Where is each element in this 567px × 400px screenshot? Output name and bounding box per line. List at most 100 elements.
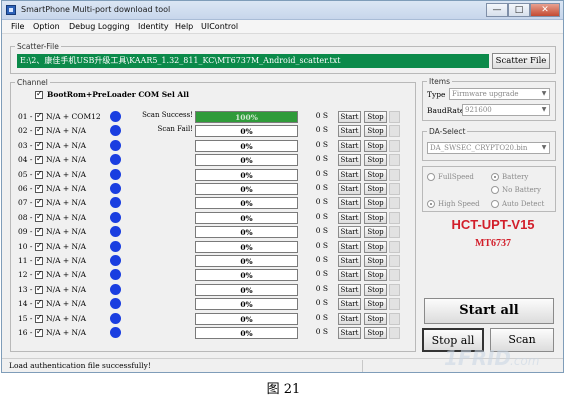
channel-row: 10 - N/A + N/A 0% 0 S StartStop xyxy=(18,240,400,255)
port-status-dot-icon xyxy=(110,111,121,122)
menu-help[interactable]: Help xyxy=(175,22,193,31)
channel-row: 02 - N/A + N/A Scan Fail! 0% 0 S StartStop xyxy=(18,125,400,139)
channel-progress-text: 0% xyxy=(240,285,253,295)
channel-stop-button[interactable]: Stop xyxy=(364,298,387,311)
channel-stop-button[interactable]: Stop xyxy=(364,154,387,167)
channel-start-button[interactable]: Start xyxy=(338,168,361,181)
channel-port: N/A + N/A xyxy=(46,313,87,323)
menu-identity[interactable]: Identity xyxy=(138,22,169,31)
channel-stop-button[interactable]: Stop xyxy=(364,183,387,195)
channel-checkbox[interactable] xyxy=(35,269,43,280)
channel-start-button[interactable]: Start xyxy=(338,255,361,267)
channel-progress-text: 0% xyxy=(240,242,253,252)
channel-checkbox[interactable] xyxy=(35,241,43,251)
channel-checkbox[interactable] xyxy=(35,226,43,237)
fullspeed-label: FullSpeed xyxy=(438,173,474,181)
da-select-dropdown[interactable]: DA_SWSEC_CRYPTO20.bin ▼ xyxy=(427,142,550,154)
select-all-checkbox[interactable] xyxy=(35,89,43,99)
highspeed-radio[interactable] xyxy=(427,200,435,208)
channel-checkbox[interactable] xyxy=(35,140,43,150)
scatter-file-button[interactable]: Scatter File xyxy=(492,53,550,69)
channel-info-cell xyxy=(389,168,400,181)
channel-start-button[interactable]: Start xyxy=(338,298,361,311)
channel-start-button[interactable]: Start xyxy=(338,269,361,282)
channel-start-button[interactable]: Start xyxy=(338,226,361,239)
channel-index: 07 - xyxy=(18,198,33,208)
channel-checkbox[interactable] xyxy=(35,154,43,165)
channel-port: N/A + N/A xyxy=(46,227,87,237)
channel-checkbox[interactable] xyxy=(35,183,43,193)
channel-info-cell xyxy=(389,327,400,339)
scan-button[interactable]: Scan xyxy=(490,328,554,352)
channel-start-button[interactable]: Start xyxy=(338,139,361,152)
channel-checkbox[interactable] xyxy=(35,111,43,121)
channel-checkbox[interactable] xyxy=(35,284,43,294)
menu-file[interactable]: File xyxy=(11,22,24,31)
battery-radio[interactable] xyxy=(491,173,499,181)
channel-status: Scan Success! xyxy=(142,111,193,119)
channel-start-button[interactable]: Start xyxy=(338,211,361,224)
close-button[interactable]: ✕ xyxy=(530,3,560,17)
menu-bar: File Option Debug Logging Identity Help … xyxy=(2,20,563,34)
channel-start-button[interactable]: Start xyxy=(338,183,361,195)
app-window: SmartPhone Multi-port download tool — □ … xyxy=(1,0,564,373)
channel-checkbox[interactable] xyxy=(35,255,43,265)
channel-checkbox[interactable] xyxy=(35,212,43,222)
type-select[interactable]: Firmware upgrade ▼ xyxy=(449,88,550,100)
channel-progress-bar: 0% xyxy=(195,154,298,167)
channel-port: N/A + N/A xyxy=(46,284,87,294)
channel-stop-button[interactable]: Stop xyxy=(364,255,387,267)
no-battery-radio[interactable] xyxy=(491,186,499,194)
baudrate-label: BaudRate xyxy=(427,106,465,115)
port-status-dot-icon xyxy=(110,298,121,310)
channel-start-button[interactable]: Start xyxy=(338,312,361,325)
channel-progress-text: 0% xyxy=(240,271,253,281)
channel-checkbox[interactable] xyxy=(35,125,43,136)
channel-checkbox[interactable] xyxy=(35,298,43,309)
channel-start-button[interactable]: Start xyxy=(338,240,361,253)
channel-stop-button[interactable]: Stop xyxy=(364,197,387,210)
menu-debug-logging[interactable]: Debug Logging xyxy=(69,22,130,31)
channel-stop-button[interactable]: Stop xyxy=(364,240,387,253)
channel-checkbox[interactable] xyxy=(35,169,43,179)
channel-stop-button[interactable]: Stop xyxy=(364,111,387,123)
channel-stop-button[interactable]: Stop xyxy=(364,327,387,339)
channel-info-cell xyxy=(389,111,400,123)
fullspeed-radio[interactable] xyxy=(427,173,435,181)
channel-stop-button[interactable]: Stop xyxy=(364,139,387,152)
channel-start-button[interactable]: Start xyxy=(338,154,361,167)
menu-uicontrol[interactable]: UIControl xyxy=(201,22,238,31)
channel-start-button[interactable]: Start xyxy=(338,111,361,123)
channel-progress-bar: 0% xyxy=(195,327,298,339)
channel-stop-button[interactable]: Stop xyxy=(364,125,387,138)
channel-stop-button[interactable]: Stop xyxy=(364,312,387,325)
stop-all-button[interactable]: Stop all xyxy=(422,328,484,352)
channel-stop-button[interactable]: Stop xyxy=(364,269,387,282)
channel-checkbox[interactable] xyxy=(35,313,43,323)
channel-elapsed-time: 0 S xyxy=(315,154,328,164)
port-status-dot-icon xyxy=(110,139,121,151)
channel-start-button[interactable]: Start xyxy=(338,197,361,210)
channel-checkbox[interactable] xyxy=(35,327,43,337)
minimize-button[interactable]: — xyxy=(486,3,508,17)
start-all-button[interactable]: Start all xyxy=(424,298,554,324)
channel-start-button[interactable]: Start xyxy=(338,327,361,339)
chevron-down-icon: ▼ xyxy=(541,144,547,151)
menu-option[interactable]: Option xyxy=(33,22,60,31)
auto-detect-radio[interactable] xyxy=(491,200,499,208)
channel-checkbox[interactable] xyxy=(35,197,43,208)
channel-stop-button[interactable]: Stop xyxy=(364,168,387,181)
channel-stop-button[interactable]: Stop xyxy=(364,211,387,224)
maximize-button[interactable]: □ xyxy=(508,3,530,17)
channel-progress-bar: 0% xyxy=(195,240,298,253)
channel-port: N/A + N/A xyxy=(46,126,87,136)
channel-stop-button[interactable]: Stop xyxy=(364,283,387,296)
channel-progress-text: 0% xyxy=(240,329,253,338)
channel-info-cell xyxy=(389,240,400,253)
scatter-path-field[interactable]: E:\2、康佳手机USB升级工具\KAAR5_1.32_811_KC\MT673… xyxy=(17,54,489,68)
baudrate-select[interactable]: 921600 ▼ xyxy=(462,104,550,116)
channel-start-button[interactable]: Start xyxy=(338,125,361,138)
channel-stop-button[interactable]: Stop xyxy=(364,226,387,239)
channel-info-cell xyxy=(389,269,400,282)
channel-start-button[interactable]: Start xyxy=(338,283,361,296)
